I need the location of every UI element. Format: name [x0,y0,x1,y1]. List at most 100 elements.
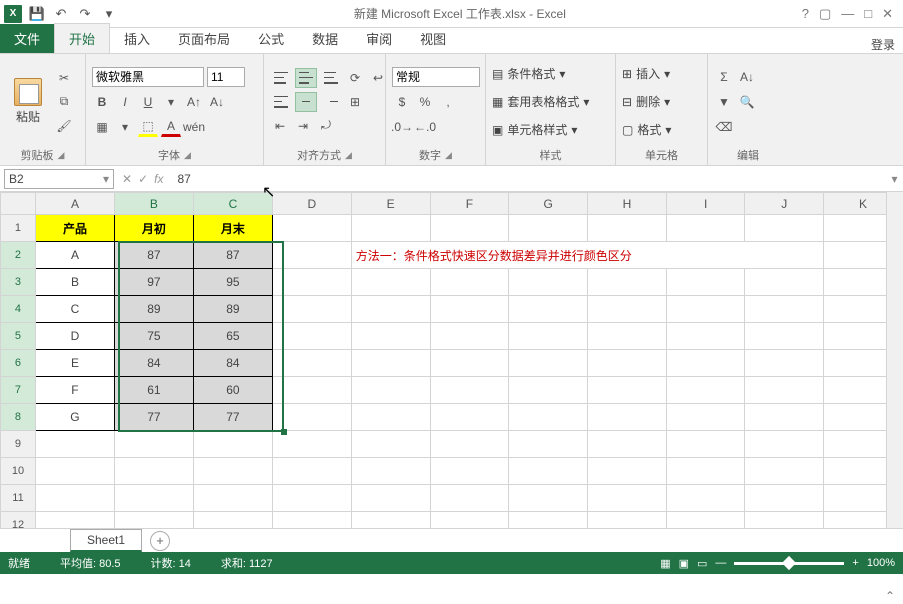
row-header[interactable]: 11 [1,485,36,512]
col-header[interactable]: J [745,193,824,215]
cut-icon[interactable]: ✂ [54,68,74,88]
cell[interactable]: C [35,296,114,323]
col-header[interactable]: A [35,193,114,215]
cell[interactable] [430,431,509,458]
cell[interactable] [509,377,588,404]
tab-home[interactable]: 开始 [54,23,110,53]
accept-formula-icon[interactable]: ✓ [138,172,148,186]
align-middle-icon[interactable] [295,68,317,88]
cell[interactable] [114,512,193,529]
cell[interactable] [430,377,509,404]
cell[interactable] [272,431,351,458]
cell[interactable]: 月初 [114,215,193,242]
cell[interactable] [588,296,667,323]
col-header[interactable]: D [272,193,351,215]
cell[interactable] [35,485,114,512]
cell[interactable]: 89 [114,296,193,323]
cell[interactable] [509,512,588,529]
col-header[interactable]: E [351,193,430,215]
collapse-ribbon-icon[interactable]: ⌃ [885,589,899,603]
cell[interactable]: B [35,269,114,296]
redo-icon[interactable]: ↷ [76,5,94,23]
indent-decrease-icon[interactable]: ⇤ [270,116,290,136]
increase-decimal-icon[interactable]: .0→ [392,117,412,137]
autosum-icon[interactable]: Σ [714,67,734,87]
cell[interactable] [430,404,509,431]
cell-style-button[interactable]: ▣单元格样式▾ [492,118,589,142]
col-header[interactable]: G [509,193,588,215]
row-header[interactable]: 12 [1,512,36,529]
cell[interactable] [272,215,351,242]
row-header[interactable]: 7 [1,377,36,404]
tab-insert[interactable]: 插入 [110,24,164,53]
cell[interactable] [509,431,588,458]
cell[interactable] [666,512,745,529]
cell[interactable]: 61 [114,377,193,404]
cell[interactable] [588,404,667,431]
vertical-scrollbar[interactable] [886,192,903,528]
tab-formula[interactable]: 公式 [244,24,298,53]
tab-data[interactable]: 数据 [298,24,352,53]
cell[interactable] [588,512,667,529]
cell[interactable] [666,296,745,323]
cell[interactable]: 84 [114,350,193,377]
fill-color-icon[interactable]: ⬚ [138,117,158,137]
orientation-icon[interactable]: ⟳ [345,68,365,88]
cell[interactable] [666,323,745,350]
cell[interactable] [272,377,351,404]
cell[interactable] [193,458,272,485]
cell[interactable] [35,431,114,458]
clear-icon[interactable]: ⌫ [714,117,734,137]
row-header[interactable]: 6 [1,350,36,377]
insert-cells-button[interactable]: ⊞插入▾ [622,62,671,86]
cell[interactable] [272,242,351,269]
sort-filter-icon[interactable]: A↓ [737,67,757,87]
decrease-decimal-icon[interactable]: ←.0 [415,117,435,137]
col-header[interactable]: B [114,193,193,215]
expand-formula-icon[interactable]: ▾ [886,172,903,186]
cell[interactable]: A [35,242,114,269]
cell[interactable] [509,404,588,431]
cell[interactable] [272,458,351,485]
cell[interactable] [351,485,430,512]
cell[interactable] [114,485,193,512]
cell[interactable] [430,485,509,512]
cell[interactable] [588,431,667,458]
cell[interactable] [745,323,824,350]
currency-icon[interactable]: $ [392,92,412,112]
cell[interactable] [193,512,272,529]
cell[interactable]: 97 [114,269,193,296]
cell[interactable]: 95 [193,269,272,296]
row-header[interactable]: 1 [1,215,36,242]
cell[interactable] [114,431,193,458]
col-header[interactable]: C [193,193,272,215]
cell[interactable] [509,350,588,377]
italic-button[interactable]: I [115,92,135,112]
cell[interactable] [745,485,824,512]
cell[interactable] [351,512,430,529]
indent-increase-icon[interactable]: ⇥ [293,116,313,136]
help-icon[interactable]: ? [802,6,809,21]
cell[interactable]: 60 [193,377,272,404]
select-all-corner[interactable] [1,193,36,215]
phonetic-icon[interactable]: wén [184,117,204,137]
cell[interactable]: 84 [193,350,272,377]
cell[interactable] [745,512,824,529]
cell[interactable]: 产品 [35,215,114,242]
cell[interactable] [666,431,745,458]
cell[interactable]: G [35,404,114,431]
save-icon[interactable]: 💾 [28,5,46,23]
cell[interactable] [745,431,824,458]
col-header[interactable]: I [666,193,745,215]
delete-cells-button[interactable]: ⊟删除▾ [622,90,671,114]
cell[interactable] [588,377,667,404]
cell[interactable]: E [35,350,114,377]
clipboard-dialog-icon[interactable]: ◢ [58,150,65,161]
cell[interactable] [430,269,509,296]
row-header[interactable]: 8 [1,404,36,431]
cell[interactable]: 87 [193,242,272,269]
font-name-select[interactable] [92,67,204,87]
cell[interactable] [588,323,667,350]
align-dialog-icon[interactable]: ◢ [345,150,352,161]
cell[interactable] [509,215,588,242]
